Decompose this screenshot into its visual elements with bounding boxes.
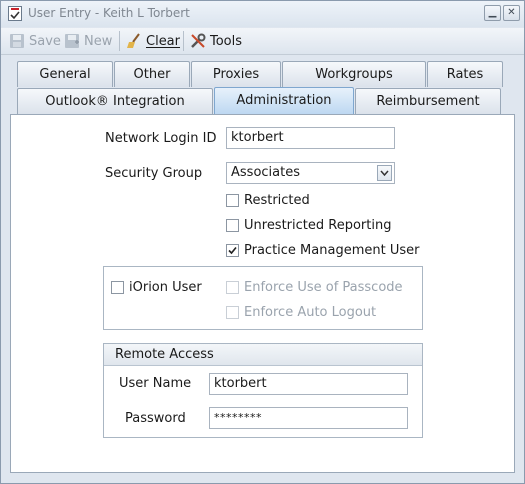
clear-button[interactable]: Clear [126, 31, 180, 51]
checkbox-box[interactable] [226, 194, 239, 207]
tab-outlook-integration[interactable]: Outlook® Integration [17, 88, 213, 114]
tab-rates[interactable]: Rates [427, 61, 503, 87]
checkbox-box[interactable] [226, 281, 239, 294]
toolbar-separator [119, 31, 120, 51]
tools-label: Tools [210, 33, 243, 49]
enforce-auto-logout-checkbox[interactable]: Enforce Auto Logout [226, 305, 376, 320]
administration-panel: Network Login ID ktorbert Security Group… [10, 114, 515, 473]
network-login-input[interactable]: ktorbert [226, 127, 395, 149]
password-input[interactable]: ******** [209, 407, 408, 429]
checkmark-icon [228, 246, 237, 255]
enforce-auto-logout-label: Enforce Auto Logout [244, 305, 377, 320]
tab-administration[interactable]: Administration [214, 87, 354, 115]
new-record-icon [64, 33, 80, 49]
tab-reimbursement[interactable]: Reimbursement [355, 88, 501, 114]
tab-workgroups[interactable]: Workgroups [282, 61, 426, 87]
enforce-passcode-checkbox[interactable]: Enforce Use of Passcode [226, 280, 403, 295]
new-button[interactable]: New [64, 31, 112, 51]
save-label: Save [29, 33, 61, 49]
tab-other[interactable]: Other [114, 61, 190, 87]
security-group-value: Associates [231, 165, 300, 180]
password-label: Password [125, 411, 186, 426]
app-icon [8, 6, 22, 21]
iorion-groupbox [103, 266, 423, 330]
minimize-button[interactable]: ▁ [484, 5, 501, 21]
close-icon: ✕ [507, 7, 516, 18]
tools-icon [190, 33, 206, 49]
checkbox-box[interactable] [226, 219, 239, 232]
iorion-user-label: iOrion User [129, 280, 202, 295]
security-group-select[interactable]: Associates [226, 162, 395, 184]
remote-access-title: Remote Access [115, 347, 214, 362]
toolbar-separator [183, 31, 184, 51]
network-login-label: Network Login ID [105, 131, 217, 146]
restricted-label: Restricted [244, 193, 310, 208]
remote-access-header: Remote Access [104, 344, 422, 366]
restricted-checkbox[interactable]: Restricted [226, 193, 310, 208]
chevron-down-icon[interactable] [377, 165, 392, 181]
window-title: User Entry - Keith L Torbert [28, 6, 190, 20]
minimize-icon: ▁ [488, 7, 497, 18]
checkbox-box[interactable] [111, 281, 124, 294]
security-group-label: Security Group [105, 166, 203, 181]
title-bar[interactable]: User Entry - Keith L Torbert ▁ ✕ [1, 1, 524, 27]
unrestricted-reporting-label: Unrestricted Reporting [244, 218, 392, 233]
username-input[interactable]: ktorbert [209, 373, 408, 395]
iorion-user-checkbox[interactable]: iOrion User [111, 280, 202, 295]
unrestricted-reporting-checkbox[interactable]: Unrestricted Reporting [226, 218, 391, 233]
tools-button[interactable]: Tools [190, 31, 242, 51]
tab-general[interactable]: General [17, 61, 113, 87]
enforce-passcode-label: Enforce Use of Passcode [244, 280, 403, 295]
checkbox-box[interactable] [226, 244, 239, 257]
tab-proxies[interactable]: Proxies [191, 61, 281, 87]
close-button[interactable]: ✕ [503, 5, 520, 21]
broom-icon [126, 33, 142, 49]
practice-management-label: Practice Management User [244, 243, 420, 258]
username-label: User Name [119, 376, 192, 391]
new-label: New [84, 33, 113, 49]
save-button[interactable]: Save [9, 31, 61, 51]
toolbar: Save New Clear Tools [1, 28, 524, 55]
practice-management-checkbox[interactable]: Practice Management User [226, 243, 419, 258]
checkbox-box[interactable] [226, 306, 239, 319]
floppy-disk-icon [9, 33, 25, 49]
clear-label: Clear [146, 33, 180, 49]
user-entry-window: User Entry - Keith L Torbert ▁ ✕ Save Ne… [0, 0, 525, 484]
